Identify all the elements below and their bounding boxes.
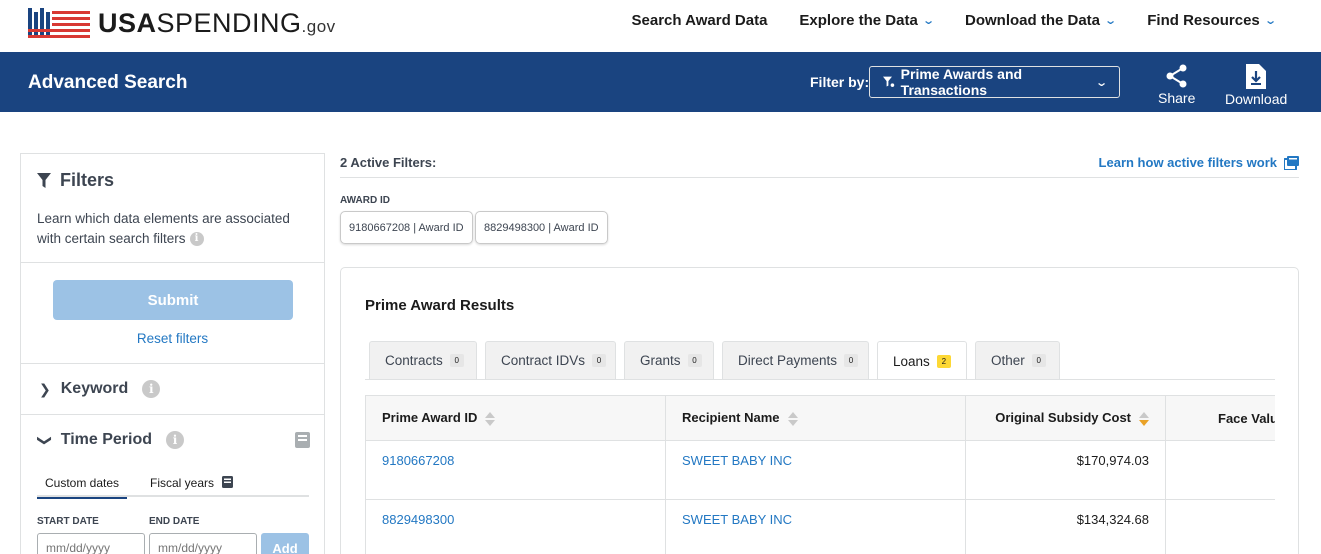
tab-custom-dates[interactable]: Custom dates <box>37 476 128 499</box>
info-icon[interactable]: i <box>142 380 161 398</box>
tab-loans[interactable]: Loans 2 <box>877 341 967 380</box>
table-row: 9180667208 SWEET BABY INC $170,974.03 <box>365 440 1275 500</box>
tab-direct-payments[interactable]: Direct Payments 0 <box>722 341 869 379</box>
results-table: Prime Award ID Recipient Name Original S… <box>365 395 1275 554</box>
tab-fiscal-years[interactable]: Fiscal years <box>150 476 234 490</box>
flag-logo-icon <box>28 8 90 38</box>
filter-by-value: Prime Awards and Transactions <box>900 66 1023 98</box>
usaspending-logo[interactable]: USASPENDING.gov <box>28 6 336 40</box>
share-button[interactable]: Share <box>1158 64 1195 106</box>
column-header-face-value[interactable]: Face Value <box>1165 395 1275 441</box>
info-icon[interactable]: i <box>189 232 204 247</box>
learn-active-filters-link[interactable]: Learn how active filters work <box>1099 155 1299 170</box>
sort-descending-icon[interactable] <box>1139 411 1149 426</box>
filter-by-label: Filter by: <box>810 74 870 90</box>
end-date-input[interactable] <box>149 533 257 554</box>
info-icon[interactable]: i <box>166 431 185 449</box>
chevron-down-icon: ⌄ <box>1263 15 1277 27</box>
results-card: Prime Award Results Contracts 0 Contract … <box>340 267 1299 554</box>
nav-search-award-data[interactable]: Search Award Data <box>632 12 768 29</box>
time-period-accordion[interactable]: ❯ Time Period i <box>37 431 185 449</box>
funnel-icon <box>37 172 51 188</box>
subsidy-cost-cell: $134,324.68 <box>965 499 1166 554</box>
award-id-filter-label: AWARD ID <box>340 195 390 206</box>
tab-contracts[interactable]: Contracts 0 <box>369 341 477 379</box>
filters-heading: Filters <box>37 170 114 191</box>
active-filters-count: 2 Active Filters: <box>340 155 437 170</box>
results-table-scroll[interactable]: Prime Award ID Recipient Name Original S… <box>365 395 1275 554</box>
tab-contract-idvs[interactable]: Contract IDVs 0 <box>485 341 616 379</box>
end-date-label: END DATE <box>149 516 200 527</box>
nav-download-the-data[interactable]: Download the Data ⌄ <box>965 12 1118 29</box>
search-header: Advanced Search Filter by: Prime Awards … <box>0 52 1321 112</box>
glossary-book-icon <box>222 476 234 488</box>
face-value-cell <box>1165 440 1275 500</box>
add-date-button[interactable]: Add <box>261 533 309 554</box>
column-header-award-id[interactable]: Prime Award ID <box>365 395 666 441</box>
column-header-original-subsidy-cost[interactable]: Original Subsidy Cost <box>965 395 1166 441</box>
start-date-label: START DATE <box>37 516 99 527</box>
external-window-icon <box>1284 155 1299 170</box>
chevron-down-icon: ❯ <box>37 434 54 446</box>
subsidy-cost-cell: $170,974.03 <box>965 440 1166 500</box>
chevron-down-icon: ⌄ <box>1104 15 1118 27</box>
start-date-input[interactable] <box>37 533 145 554</box>
recipient-link[interactable]: SWEET BABY INC <box>665 440 966 500</box>
filter-chip[interactable]: 9180667208 | Award ID <box>340 211 473 244</box>
award-id-link[interactable]: 8829498300 <box>365 499 666 554</box>
glossary-book-icon[interactable] <box>295 432 310 448</box>
tab-grants[interactable]: Grants 0 <box>624 341 714 379</box>
tab-other[interactable]: Other 0 <box>975 341 1060 379</box>
filter-chip[interactable]: 8829498300 | Award ID <box>475 211 608 244</box>
page-title: Advanced Search <box>28 72 188 93</box>
table-row: 8829498300 SWEET BABY INC $134,324.68 <box>365 499 1275 554</box>
top-nav: USASPENDING.gov Search Award Data Explor… <box>0 0 1321 52</box>
logo-wordmark: USASPENDING.gov <box>98 7 336 38</box>
nav-find-resources[interactable]: Find Resources ⌄ <box>1147 12 1277 29</box>
chevron-right-icon: ❯ <box>39 380 51 397</box>
results-title: Prime Award Results <box>365 297 515 314</box>
sort-icon[interactable] <box>485 411 496 426</box>
sort-icon[interactable] <box>787 411 798 426</box>
filter-by-dropdown[interactable]: Prime Awards and Transactions ⌄ <box>869 66 1120 98</box>
chevron-down-icon: ⌄ <box>1094 76 1108 89</box>
submit-button[interactable]: Submit <box>53 280 293 320</box>
filters-sidebar: Filters Learn which data elements are as… <box>20 153 325 554</box>
download-icon <box>1246 64 1267 89</box>
keyword-accordion[interactable]: ❯ Keyword i <box>39 380 161 398</box>
nav-explore-the-data[interactable]: Explore the Data ⌄ <box>799 12 935 29</box>
share-icon <box>1166 64 1187 88</box>
time-period-tabs: Custom dates Fiscal years <box>37 468 309 499</box>
filters-description: Learn which data elements are associated… <box>37 211 290 247</box>
face-value-cell <box>1165 499 1275 554</box>
award-id-link[interactable]: 9180667208 <box>365 440 666 500</box>
reset-filters-link[interactable]: Reset filters <box>21 331 324 346</box>
column-header-recipient-name[interactable]: Recipient Name <box>665 395 966 441</box>
recipient-link[interactable]: SWEET BABY INC <box>665 499 966 554</box>
filter-icon <box>883 76 895 87</box>
download-button[interactable]: Download <box>1225 64 1287 107</box>
chevron-down-icon: ⌄ <box>921 15 935 27</box>
